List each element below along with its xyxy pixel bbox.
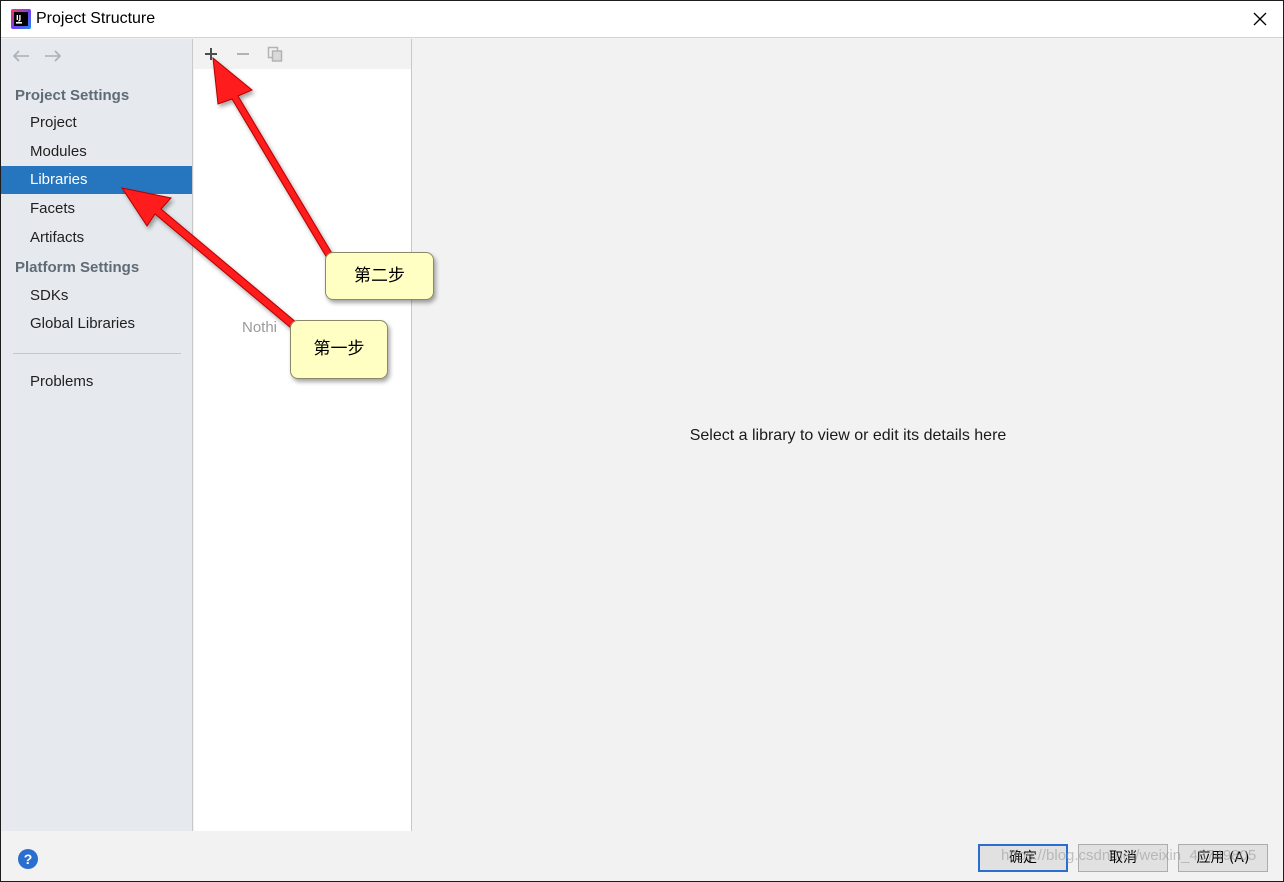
sidebar-item-modules[interactable]: Modules [1, 138, 192, 166]
sidebar-item-libraries[interactable]: Libraries [1, 166, 192, 194]
window-title: Project Structure [36, 10, 156, 27]
platform-settings-header: Platform Settings [15, 259, 140, 276]
copy-library-button[interactable] [264, 43, 286, 65]
list-toolbar [194, 39, 411, 69]
step-two-callout: 第二步 [325, 252, 434, 300]
svg-text:IJ: IJ [16, 14, 21, 22]
forward-button[interactable] [43, 46, 63, 66]
sidebar-item-problems[interactable]: Problems [1, 368, 192, 396]
add-library-button[interactable] [200, 43, 222, 65]
watermark-text: https://blog.csdn.net/weixin_43749805 [1001, 847, 1257, 864]
intellij-icon: IJ [11, 9, 31, 29]
close-icon [1253, 12, 1267, 26]
close-button[interactable] [1243, 3, 1277, 35]
title-bar: IJ Project Structure [1, 1, 1283, 38]
sidebar-item-facets[interactable]: Facets [1, 195, 192, 223]
details-placeholder: Select a library to view or edit its det… [689, 427, 1007, 444]
back-button[interactable] [11, 46, 31, 66]
remove-library-button[interactable] [232, 43, 254, 65]
libraries-list-panel: Nothi [194, 39, 412, 831]
minus-icon [237, 53, 249, 55]
arrow-right-icon [45, 50, 62, 62]
project-settings-header: Project Settings [15, 87, 130, 104]
arrow-left-icon [12, 50, 29, 62]
plus-icon [205, 48, 217, 60]
library-details-panel: Select a library to view or edit its det… [413, 39, 1283, 831]
help-button[interactable]: ? [18, 849, 38, 869]
step-one-callout: 第一步 [290, 320, 388, 379]
empty-list-text: Nothi [242, 319, 278, 336]
sidebar-item-sdks[interactable]: SDKs [1, 282, 192, 310]
sidebar-item-project[interactable]: Project [1, 109, 192, 137]
sidebar-item-artifacts[interactable]: Artifacts [1, 224, 192, 252]
sidebar-divider [13, 353, 181, 354]
nav-arrows [11, 46, 63, 66]
copy-icon [267, 46, 283, 62]
project-structure-window: IJ Project Structure Project Settings Pr… [0, 0, 1284, 882]
sidebar-item-global-libraries[interactable]: Global Libraries [1, 310, 192, 338]
settings-sidebar: Project Settings Project Modules Librari… [1, 39, 193, 831]
